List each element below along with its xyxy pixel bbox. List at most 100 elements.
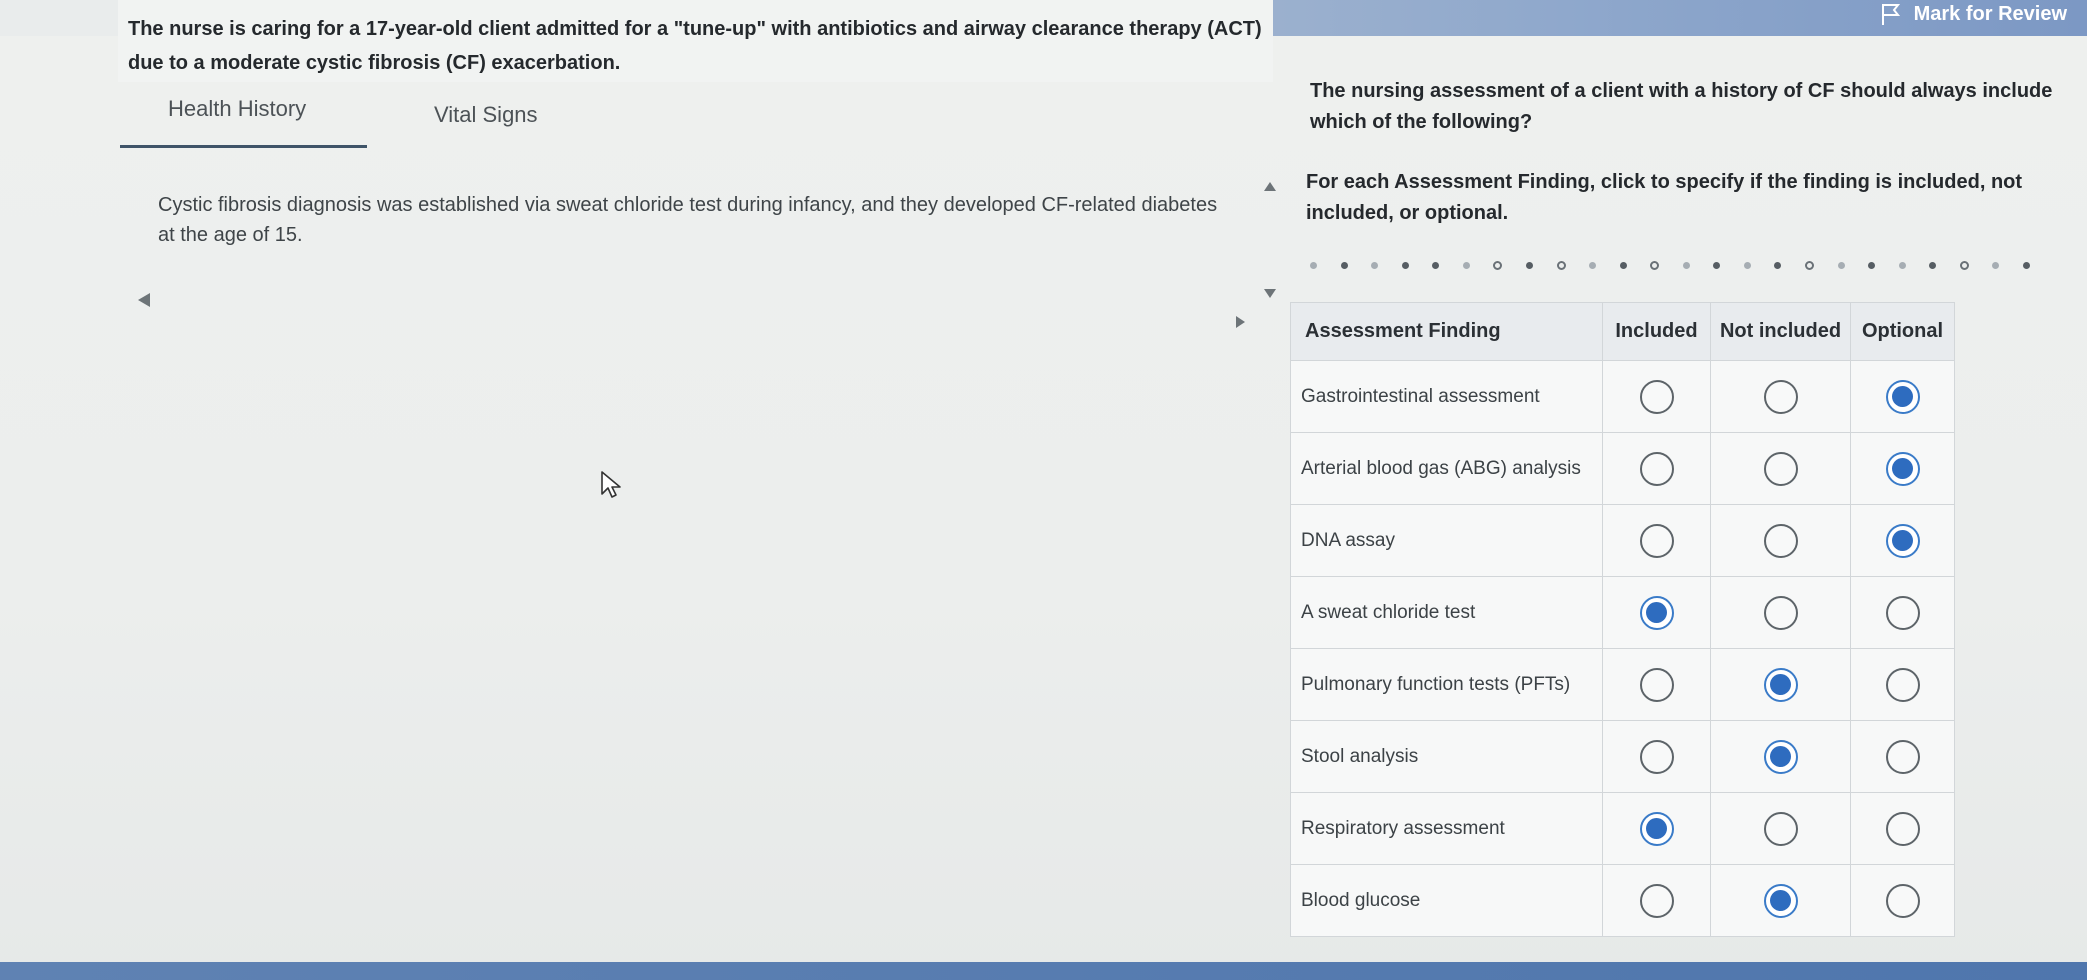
divider-dot: [1340, 261, 1348, 269]
radio-not-included[interactable]: [1763, 883, 1798, 918]
radio-included[interactable]: [1639, 811, 1674, 846]
radio-cell-included: [1602, 648, 1711, 721]
top-bar-left-segment: [0, 0, 120, 36]
exhibit-tabs: Health History Vital Signs: [120, 94, 720, 154]
radio-cell-included: [1602, 504, 1711, 577]
column-header-included: Included: [1602, 302, 1711, 361]
assessment-finding-label: Arterial blood gas (ABG) analysis: [1290, 432, 1603, 505]
radio-cell-included: [1602, 576, 1711, 649]
radio-cell-optional: [1850, 432, 1955, 505]
question-prompt: The nursing assessment of a client with …: [1310, 80, 2053, 133]
radio-cell-optional: [1850, 792, 1955, 865]
radio-not-included[interactable]: [1763, 595, 1798, 630]
radio-cell-included: [1602, 360, 1711, 433]
assessment-finding-label: DNA assay: [1290, 504, 1603, 577]
scroll-up-arrow-icon[interactable]: [1264, 182, 1276, 191]
assessment-finding-label: Gastrointestinal assessment: [1290, 360, 1603, 433]
radio-cell-not-included: [1710, 720, 1851, 793]
radio-cell-included: [1602, 864, 1711, 937]
mouse-cursor-icon: [601, 471, 621, 498]
radio-included[interactable]: [1639, 523, 1674, 558]
radio-cell-not-included: [1710, 504, 1851, 577]
radio-cell-optional: [1850, 360, 1955, 433]
table-row: Arterial blood gas (ABG) analysis: [1290, 432, 1955, 505]
radio-cell-optional: [1850, 576, 1955, 649]
tab-health-history[interactable]: Health History: [168, 96, 306, 122]
divider-dot: [2022, 261, 2030, 269]
divider-dot: [1371, 261, 1379, 269]
radio-cell-included: [1602, 432, 1711, 505]
scroll-left-arrow-icon[interactable]: [138, 293, 150, 307]
mark-for-review-label: Mark for Review: [1913, 2, 2067, 25]
radio-included[interactable]: [1639, 883, 1674, 918]
radio-not-included[interactable]: [1763, 451, 1798, 486]
divider-dot: [1992, 261, 2000, 269]
active-tab-indicator: [120, 145, 367, 148]
assessment-finding-label: Blood glucose: [1290, 864, 1603, 937]
divider-dot: [1743, 261, 1751, 269]
radio-not-included[interactable]: [1763, 379, 1798, 414]
radio-included[interactable]: [1639, 451, 1674, 486]
matrix-header-row: Assessment Finding Included Not included…: [1290, 302, 1955, 361]
matrix-body: Gastrointestinal assessment Arterial bloo…: [1290, 360, 1955, 937]
radio-not-included[interactable]: [1763, 811, 1798, 846]
table-row: Pulmonary function tests (PFTs): [1290, 648, 1955, 721]
radio-not-included[interactable]: [1763, 739, 1798, 774]
radio-optional[interactable]: [1885, 811, 1920, 846]
divider-dot: [1493, 260, 1503, 270]
assessment-finding-label: Respiratory assessment: [1290, 792, 1603, 865]
tab-vital-signs[interactable]: Vital Signs: [434, 102, 538, 128]
divider-dot: [1650, 260, 1660, 270]
dotted-divider: [1310, 258, 2030, 272]
divider-dot: [1462, 261, 1470, 269]
radio-optional[interactable]: [1885, 451, 1920, 486]
table-row: Gastrointestinal assessment: [1290, 360, 1955, 433]
flag-icon: [1881, 4, 1900, 25]
question-stem: The nurse is caring for a 17-year-old cl…: [128, 18, 1262, 74]
radio-optional[interactable]: [1885, 595, 1920, 630]
table-row: Respiratory assessment: [1290, 792, 1955, 865]
divider-dot: [1837, 261, 1845, 269]
mark-for-review-button[interactable]: Mark for Review: [1878, 0, 2067, 28]
radio-optional[interactable]: [1885, 379, 1920, 414]
radio-cell-included: [1602, 792, 1711, 865]
divider-dot: [1556, 260, 1566, 270]
divider-dot: [1959, 260, 1969, 270]
radio-cell-not-included: [1710, 576, 1851, 649]
divider-dot: [1929, 261, 1937, 269]
assessment-finding-label: A sweat chloride test: [1290, 576, 1603, 649]
radio-optional[interactable]: [1885, 667, 1920, 702]
divider-dot: [1401, 261, 1409, 269]
radio-included[interactable]: [1639, 667, 1674, 702]
radio-cell-not-included: [1710, 432, 1851, 505]
radio-optional[interactable]: [1885, 523, 1920, 558]
radio-optional[interactable]: [1885, 739, 1920, 774]
radio-cell-optional: [1850, 648, 1955, 721]
table-row: Stool analysis: [1290, 720, 1955, 793]
assessment-matrix: Assessment Finding Included Not included…: [1290, 302, 1955, 937]
radio-included[interactable]: [1639, 595, 1674, 630]
column-header-not-included: Not included: [1710, 302, 1851, 361]
radio-included[interactable]: [1639, 739, 1674, 774]
radio-cell-not-included: [1710, 360, 1851, 433]
radio-cell-not-included: [1710, 864, 1851, 937]
scroll-down-arrow-icon[interactable]: [1264, 289, 1276, 298]
bottom-bar: [0, 962, 2087, 980]
divider-dot: [1310, 261, 1317, 269]
assessment-finding-label: Stool analysis: [1290, 720, 1603, 793]
divider-dot: [1868, 261, 1876, 269]
scroll-right-arrow-icon[interactable]: [1236, 316, 1245, 328]
radio-included[interactable]: [1639, 379, 1674, 414]
table-row: Blood glucose: [1290, 864, 1955, 937]
divider-dot: [1525, 261, 1533, 269]
radio-cell-optional: [1850, 720, 1955, 793]
divider-dot: [1589, 261, 1597, 269]
radio-optional[interactable]: [1885, 883, 1920, 918]
radio-not-included[interactable]: [1763, 667, 1798, 702]
assessment-finding-label: Pulmonary function tests (PFTs): [1290, 648, 1603, 721]
radio-cell-optional: [1850, 504, 1955, 577]
table-row: DNA assay: [1290, 504, 1955, 577]
divider-dot: [1619, 261, 1627, 269]
radio-not-included[interactable]: [1763, 523, 1798, 558]
health-history-text: Cystic fibrosis diagnosis was establishe…: [158, 194, 1218, 246]
